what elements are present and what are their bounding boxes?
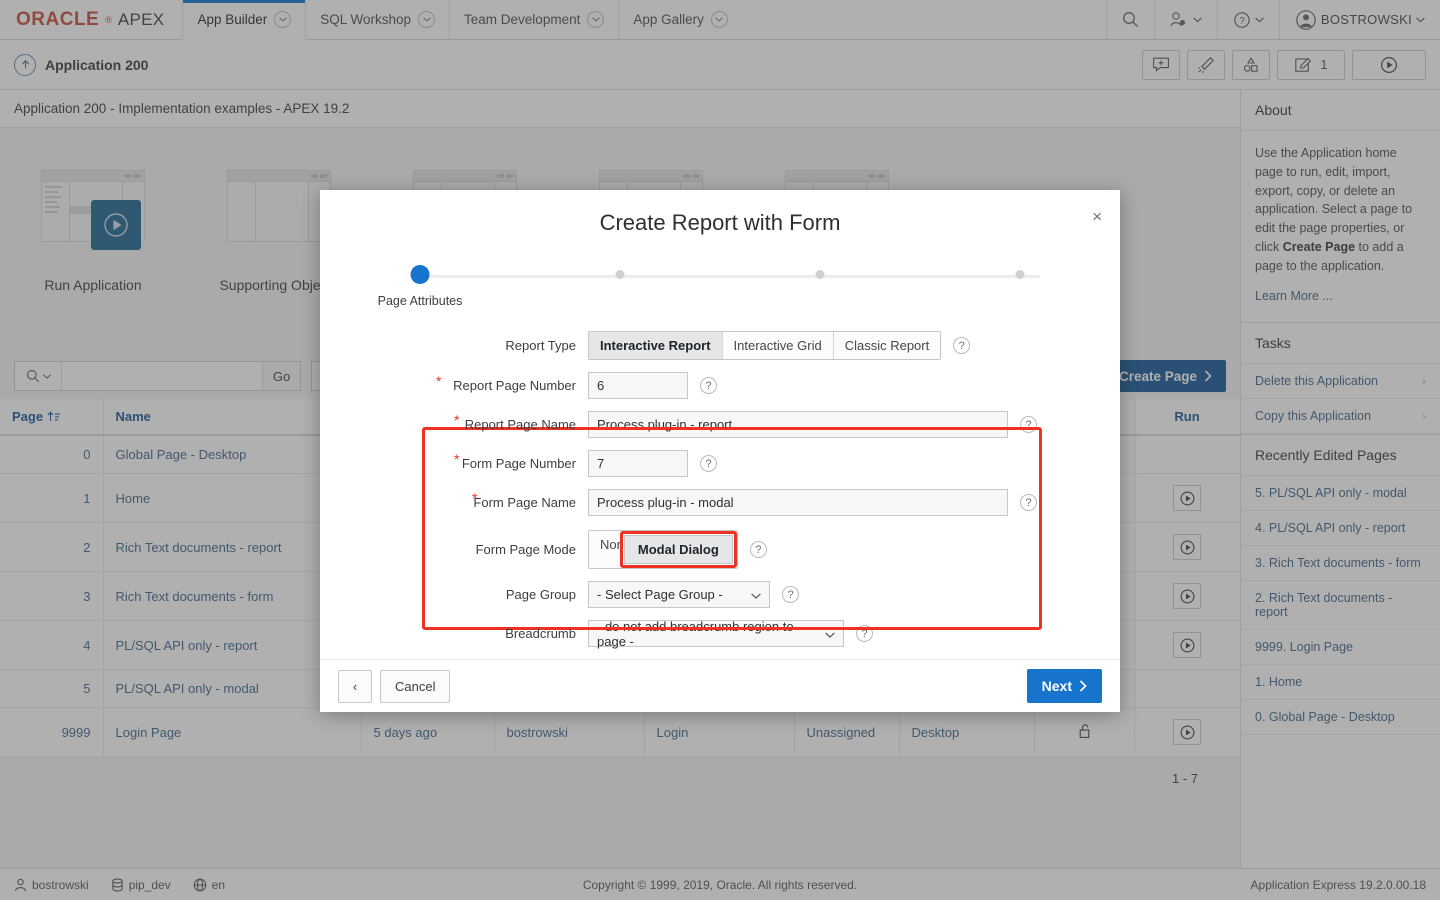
next-label: Next xyxy=(1042,678,1072,694)
field-report-page-name: Report Page Name ? xyxy=(350,411,1090,438)
chevron-right-icon xyxy=(1079,680,1087,692)
field-label: Page Group xyxy=(350,587,588,602)
report-type-option-classic-report[interactable]: Classic Report xyxy=(834,332,941,359)
page-group-select[interactable]: - Select Page Group - xyxy=(588,581,770,608)
chevron-down-icon xyxy=(811,626,835,641)
field-form-page-name: Form Page Name ? xyxy=(350,489,1090,516)
stepper-dot-1[interactable] xyxy=(411,265,430,284)
create-report-with-form-dialog: Create Report with Form × Page Attribute… xyxy=(320,190,1120,712)
field-label: Report Type xyxy=(350,338,588,353)
field-form-page-mode: Form Page Mode Normal Modal Dialog ? xyxy=(350,530,1090,569)
next-step-button[interactable]: Next xyxy=(1027,669,1102,703)
field-report-type: Report Type Interactive Report Interacti… xyxy=(350,331,1090,360)
field-page-group: Page Group - Select Page Group - ? xyxy=(350,581,1090,608)
chevron-down-icon xyxy=(737,587,761,602)
help-icon[interactable]: ? xyxy=(700,377,717,394)
stepper-dot-3[interactable] xyxy=(816,270,825,279)
breadcrumb-select[interactable]: - do not add breadcrumb region to page - xyxy=(588,620,844,647)
field-report-page-number: Report Page Number ? xyxy=(350,372,1090,399)
dialog-title: Create Report with Form xyxy=(320,190,1120,236)
field-label: Breadcrumb xyxy=(350,626,588,641)
help-icon[interactable]: ? xyxy=(1020,416,1037,433)
report-type-option-interactive-report[interactable]: Interactive Report xyxy=(589,332,723,359)
cancel-button[interactable]: Cancel xyxy=(380,670,450,703)
field-breadcrumb: Breadcrumb - do not add breadcrumb regio… xyxy=(350,620,1090,647)
highlight-annotation-modal-dialog: Modal Dialog xyxy=(620,531,737,568)
report-page-name-input[interactable] xyxy=(588,411,1008,438)
help-icon[interactable]: ? xyxy=(1020,494,1037,511)
form-page-mode-option-modal-dialog[interactable]: Modal Dialog xyxy=(624,535,733,564)
field-label: Form Page Name xyxy=(350,495,588,510)
help-icon[interactable]: ? xyxy=(953,337,970,354)
field-label: Form Page Mode xyxy=(350,542,588,557)
stepper-dot-2[interactable] xyxy=(616,270,625,279)
report-type-segmented-control[interactable]: Interactive Report Interactive Grid Clas… xyxy=(588,331,941,360)
field-label: Form Page Number xyxy=(350,456,588,471)
report-type-option-interactive-grid[interactable]: Interactive Grid xyxy=(723,332,834,359)
dialog-footer: ‹ Cancel Next xyxy=(320,659,1120,712)
previous-step-button[interactable]: ‹ xyxy=(338,670,372,703)
stepper-dot-4[interactable] xyxy=(1016,270,1025,279)
field-label: Report Page Number xyxy=(350,378,588,393)
stepper-track xyxy=(420,275,1040,278)
help-icon[interactable]: ? xyxy=(856,625,873,642)
dialog-form: Report Type Interactive Report Interacti… xyxy=(320,305,1120,659)
help-icon[interactable]: ? xyxy=(700,455,717,472)
help-icon[interactable]: ? xyxy=(782,586,799,603)
report-page-number-input[interactable] xyxy=(588,372,688,399)
help-icon[interactable]: ? xyxy=(750,541,767,558)
close-icon[interactable]: × xyxy=(1092,208,1102,225)
field-label: Report Page Name xyxy=(350,417,588,432)
page-group-value: - Select Page Group - xyxy=(597,587,723,602)
field-form-page-number: Form Page Number ? xyxy=(350,450,1090,477)
form-page-name-input[interactable] xyxy=(588,489,1008,516)
form-page-mode-segmented-control[interactable]: Normal Modal Dialog xyxy=(588,530,738,569)
wizard-progress-stepper: Page Attributes xyxy=(400,266,1060,305)
breadcrumb-value: - do not add breadcrumb region to page - xyxy=(597,619,811,649)
form-page-number-input[interactable] xyxy=(588,450,688,477)
